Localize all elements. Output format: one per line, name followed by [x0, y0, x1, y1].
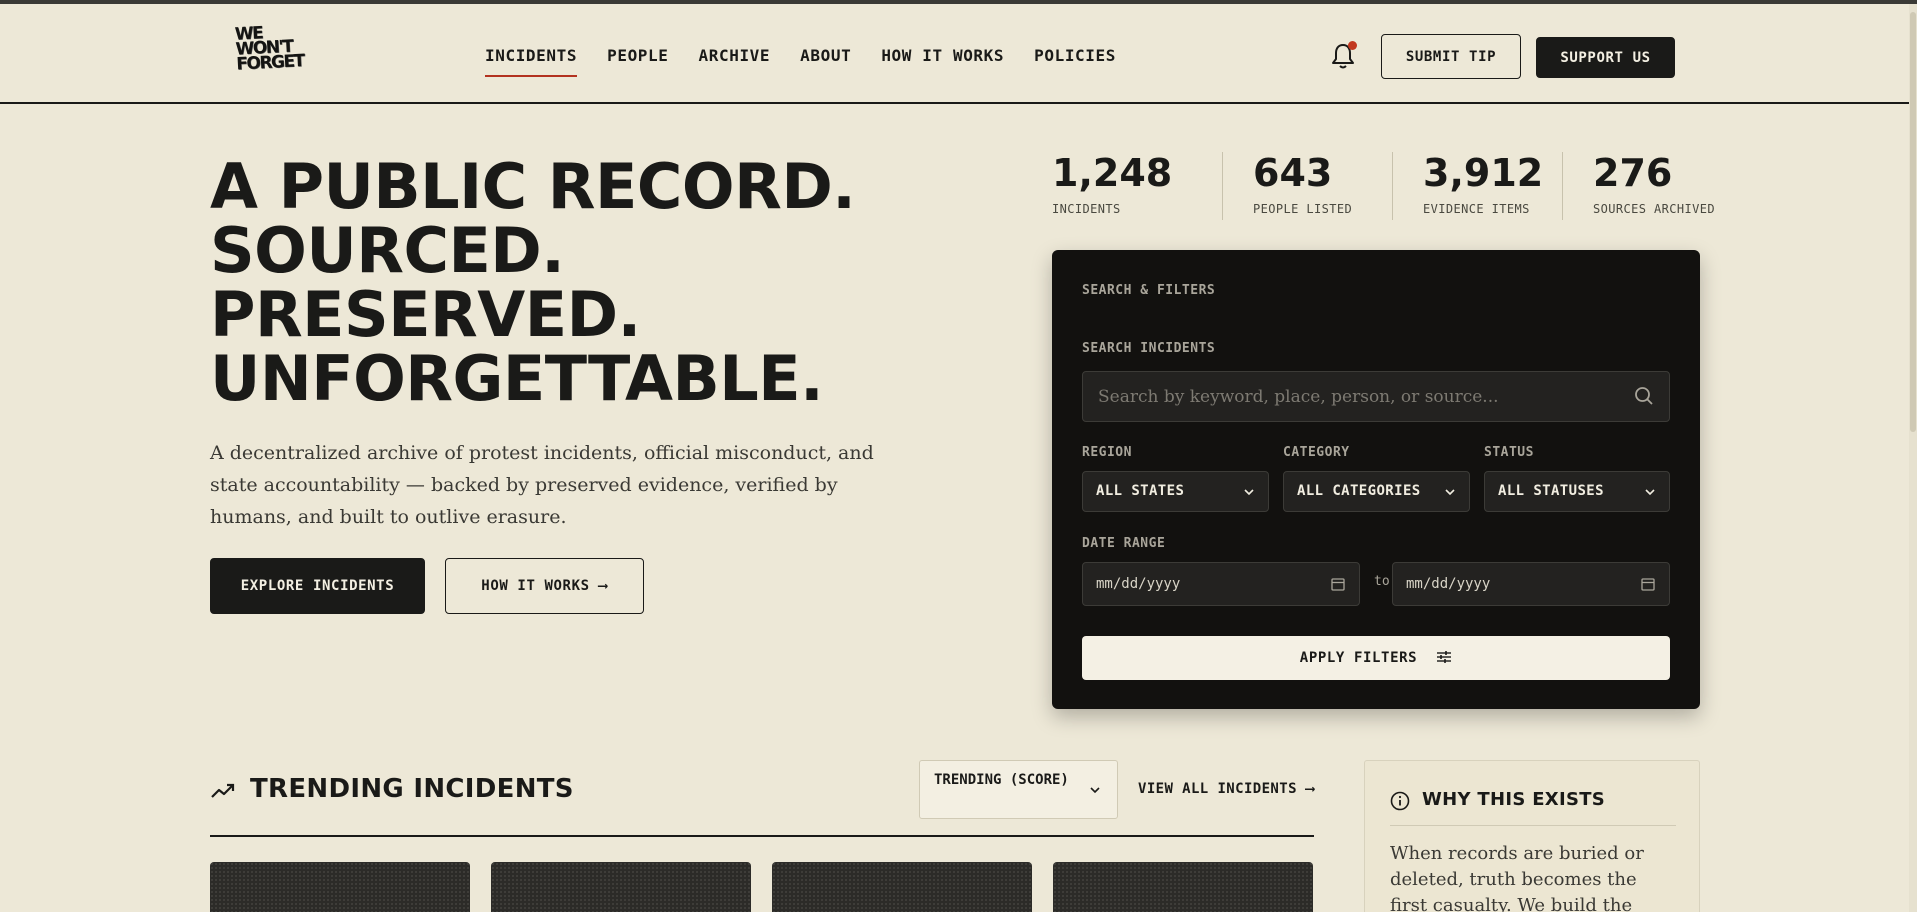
sliders-icon: [1437, 651, 1452, 663]
how-it-works-button[interactable]: HOW IT WORKS ⟶: [445, 558, 644, 614]
hero-title-line: PRESERVED.: [210, 278, 641, 351]
stat-label: PEOPLE LISTED: [1253, 202, 1353, 216]
nav-people[interactable]: PEOPLE: [607, 46, 668, 77]
stat-value: 643: [1253, 151, 1333, 195]
apply-filters-label: APPLY FILTERS: [1299, 650, 1418, 666]
stat-value: 1,248: [1052, 151, 1173, 195]
calendar-icon[interactable]: [1331, 577, 1345, 591]
region-select[interactable]: ALL STATES: [1082, 471, 1269, 512]
explore-incidents-button[interactable]: EXPLORE INCIDENTS: [210, 558, 425, 614]
incident-card[interactable]: [772, 862, 1032, 912]
nav-incidents[interactable]: INCIDENTS: [485, 46, 578, 77]
submit-tip-button[interactable]: SUBMIT TIP: [1381, 34, 1521, 79]
chevron-down-icon: [1445, 489, 1455, 496]
category-label: CATEGORY: [1283, 445, 1350, 460]
support-us-button[interactable]: SUPPORT US: [1536, 37, 1675, 78]
date-from-value: mm/dd/yyyy: [1096, 576, 1181, 592]
search-field[interactable]: [1082, 371, 1670, 422]
nav-policies[interactable]: POLICIES: [1034, 46, 1116, 77]
site-header: WE WON'T FORGET INCIDENTS PEOPLE ARCHIVE …: [0, 4, 1909, 104]
stat-evidence: 3,912 EVIDENCE ITEMS: [1392, 152, 1562, 220]
hero-title-line: UNFORGETTABLE.: [210, 342, 824, 415]
category-value: ALL CATEGORIES: [1297, 483, 1421, 499]
category-select[interactable]: ALL CATEGORIES: [1283, 471, 1470, 512]
nav-about[interactable]: ABOUT: [800, 46, 851, 77]
stat-people: 643 PEOPLE LISTED: [1222, 152, 1392, 220]
date-to-value: mm/dd/yyyy: [1406, 576, 1491, 592]
why-this-exists-panel: WHY THIS EXISTS When records are buried …: [1364, 760, 1700, 912]
section-divider: [210, 835, 1314, 837]
trending-up-icon: [211, 783, 235, 798]
stat-label: EVIDENCE ITEMS: [1423, 202, 1530, 216]
why-text: When records are buried or deleted, trut…: [1390, 843, 1644, 912]
apply-filters-button[interactable]: APPLY FILTERS: [1082, 636, 1670, 680]
status-value: ALL STATUSES: [1498, 483, 1604, 499]
stat-label: INCIDENTS: [1052, 202, 1121, 216]
stat-label: SOURCES ARCHIVED: [1593, 202, 1715, 216]
stat-value: 3,912: [1423, 151, 1544, 195]
status-select[interactable]: ALL STATUSES: [1484, 471, 1670, 512]
info-icon: [1390, 791, 1410, 811]
hero-title: A PUBLIC RECORD. SOURCED. PRESERVED. UNF…: [210, 155, 970, 411]
stat-value: 276: [1593, 151, 1673, 195]
main-nav: INCIDENTS PEOPLE ARCHIVE ABOUT HOW IT WO…: [485, 46, 1116, 77]
calendar-icon[interactable]: [1641, 577, 1655, 591]
date-to-input[interactable]: mm/dd/yyyy: [1392, 562, 1670, 606]
sort-select[interactable]: TRENDING (SCORE): [919, 760, 1118, 819]
chevron-down-icon: [1645, 489, 1655, 496]
view-all-incidents-link[interactable]: VIEW ALL INCIDENTS ⟶: [1138, 781, 1315, 797]
region-value: ALL STATES: [1096, 483, 1185, 499]
search-icon[interactable]: [1634, 386, 1654, 406]
date-range-separator: to: [1374, 574, 1390, 589]
date-from-input[interactable]: mm/dd/yyyy: [1082, 562, 1360, 606]
incident-card[interactable]: [491, 862, 751, 912]
scrollbar-track[interactable]: [1909, 4, 1917, 912]
trending-title: TRENDING INCIDENTS: [250, 774, 574, 804]
status-label: STATUS: [1484, 445, 1534, 460]
incident-card[interactable]: [1053, 862, 1313, 912]
nav-archive[interactable]: ARCHIVE: [699, 46, 771, 77]
search-filters-panel: SEARCH & FILTERS SEARCH INCIDENTS REGION…: [1052, 250, 1700, 709]
stat-sources: 276 SOURCES ARCHIVED: [1562, 152, 1732, 220]
hero-title-line: A PUBLIC RECORD.: [210, 150, 856, 223]
date-range-label: DATE RANGE: [1082, 536, 1166, 551]
nav-how-it-works[interactable]: HOW IT WORKS: [881, 46, 1004, 77]
site-logo[interactable]: WE WON'T FORGET: [234, 23, 304, 87]
stat-incidents: 1,248 INCIDENTS: [1052, 152, 1222, 220]
why-title: WHY THIS EXISTS: [1422, 789, 1606, 810]
scrollbar-thumb[interactable]: [1910, 12, 1916, 432]
region-label: REGION: [1082, 445, 1132, 460]
sort-value: TRENDING (SCORE): [934, 772, 1069, 788]
chevron-down-icon: [1244, 489, 1254, 496]
search-label: SEARCH INCIDENTS: [1082, 341, 1216, 356]
search-input[interactable]: [1083, 372, 1623, 421]
chevron-down-icon: [1090, 787, 1100, 794]
notification-dot: [1348, 41, 1357, 50]
divider: [1390, 825, 1676, 826]
hero-description: A decentralized archive of protest incid…: [210, 442, 874, 528]
stats-row: 1,248 INCIDENTS 643 PEOPLE LISTED 3,912 …: [1052, 152, 1732, 220]
incident-card[interactable]: [210, 862, 470, 912]
hero-title-line: SOURCED.: [210, 214, 565, 287]
filters-title: SEARCH & FILTERS: [1082, 283, 1216, 298]
